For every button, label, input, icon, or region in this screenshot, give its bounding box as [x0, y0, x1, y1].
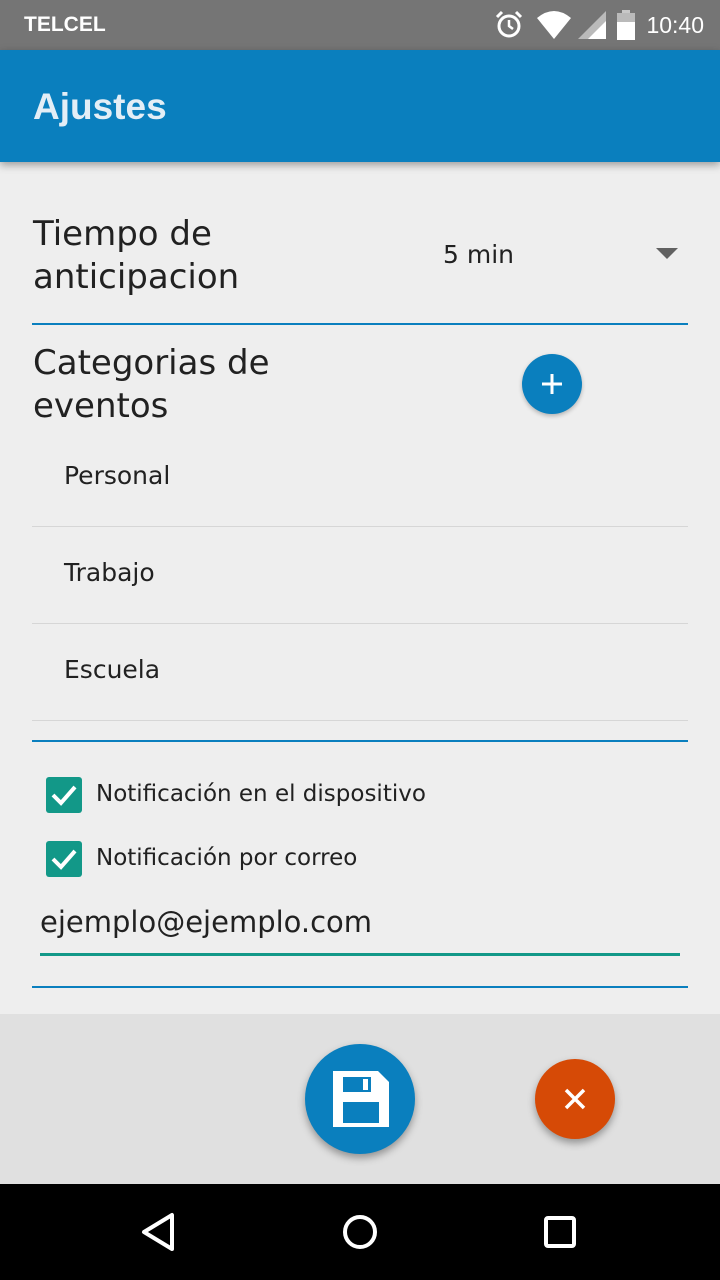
- checkmark-icon: [51, 785, 77, 806]
- divider: [32, 986, 688, 988]
- category-item[interactable]: Trabajo: [32, 528, 688, 624]
- close-icon: [564, 1088, 586, 1110]
- email-input[interactable]: [40, 898, 680, 946]
- signal-icon: [578, 11, 607, 39]
- category-item[interactable]: Escuela: [32, 625, 688, 721]
- alarm-icon: [494, 10, 524, 40]
- divider: [32, 323, 688, 325]
- app-bar: Ajustes: [0, 50, 720, 162]
- save-icon: [333, 1071, 389, 1127]
- page-title: Ajustes: [33, 86, 167, 127]
- battery-icon: [616, 10, 636, 40]
- categories-label: Categorias de eventos: [33, 343, 270, 426]
- category-label: Trabajo: [64, 558, 155, 587]
- wifi-icon: [536, 10, 572, 40]
- add-category-button[interactable]: [522, 354, 582, 414]
- email-notification-checkbox[interactable]: [46, 841, 82, 877]
- list-divider: [32, 526, 688, 527]
- navigation-bar: [0, 1184, 720, 1280]
- email-underline: [40, 953, 680, 956]
- cancel-button[interactable]: [535, 1059, 615, 1139]
- plus-icon: [542, 374, 562, 394]
- list-divider: [32, 623, 688, 624]
- home-icon[interactable]: [336, 1208, 384, 1256]
- device-notification-label: Notificación en el dispositivo: [96, 781, 426, 807]
- checkmark-icon: [51, 849, 77, 870]
- carrier-name: TELCEL: [24, 13, 106, 36]
- category-label: Personal: [64, 461, 171, 490]
- category-item[interactable]: Personal: [32, 431, 688, 527]
- list-divider: [32, 720, 688, 721]
- clock: 10:40: [646, 11, 704, 38]
- category-label: Escuela: [64, 655, 161, 684]
- dropdown-arrow-icon: [656, 248, 678, 259]
- advance-time-spinner[interactable]: 5 min: [430, 220, 688, 290]
- status-icons: 10:40: [494, 8, 704, 42]
- status-bar: TELCEL 10:40: [0, 0, 720, 50]
- device-notification-checkbox[interactable]: [46, 777, 82, 813]
- action-bar: [0, 1014, 720, 1184]
- recents-icon[interactable]: [536, 1208, 584, 1256]
- advance-time-label: Tiempo de anticipacion: [33, 214, 240, 297]
- email-notification-label: Notificación por correo: [96, 845, 358, 871]
- save-button[interactable]: [305, 1044, 415, 1154]
- divider: [32, 740, 688, 742]
- back-icon[interactable]: [136, 1208, 184, 1256]
- email-field: [40, 898, 680, 956]
- advance-time-value: 5 min: [443, 240, 514, 269]
